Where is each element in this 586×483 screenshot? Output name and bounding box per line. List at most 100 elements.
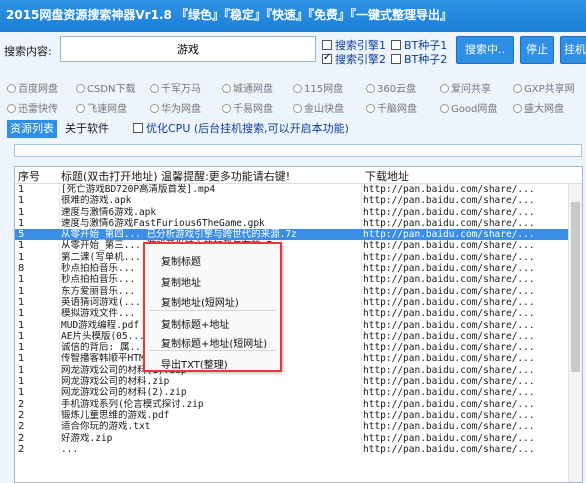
radio-dot-icon[interactable] (366, 104, 375, 113)
radio-dot-icon[interactable] (440, 104, 449, 113)
scrollbar-thumb[interactable] (571, 202, 580, 372)
radio-dot-icon[interactable] (513, 104, 522, 113)
menu-export-txt[interactable]: 导出TXT(整理) (161, 356, 228, 371)
table-row[interactable]: 1 网龙游戏公司的材料(2).zip http://pan.baidu.com/sh… (15, 387, 582, 398)
radio-dot-icon[interactable] (7, 84, 16, 93)
source-option-label: Good网盘 (451, 104, 498, 115)
table-row[interactable]: 1 速度与激情6游戏FastFurious6TheGame.gpk http://p… (15, 218, 582, 229)
radio-dot-icon[interactable] (293, 84, 302, 93)
row-number: 8 (18, 263, 25, 275)
source-option-row1-5[interactable]: 360云盘 (366, 80, 416, 95)
table-row[interactable]: 1 第二课(写单机... http://pan.baidu.com/share/..… (15, 252, 582, 263)
radio-dot-icon[interactable] (440, 84, 449, 93)
row-number: 1 (18, 285, 25, 297)
table-row[interactable]: 1 网龙游戏公司的材料(1).zip http://pan.baidu.com/sh… (15, 365, 582, 376)
source-option-row1-7[interactable]: GXP共享网 (513, 80, 575, 95)
menu-copy-short-url[interactable]: 复制地址(短网址) (161, 294, 239, 309)
header-title[interactable]: 标题(双击打开地址) 温馨提醒:更多功能请右键! (61, 168, 290, 184)
source-option-row2-1[interactable]: 飞速网盘 (76, 100, 127, 115)
row-title: 网龙游戏公司的材料.zip (61, 376, 170, 388)
source-option-row2-3[interactable]: 千易网盘 (222, 100, 273, 115)
source-option-row1-3[interactable]: 城通网盘 (222, 80, 273, 95)
row-number: 1 (18, 274, 25, 286)
table-row[interactable]: 1 AE片头模版(05... 视视频制... http://pan.baidu.co… (15, 331, 582, 342)
menu-copy-title-url[interactable]: 复制标题+地址 (161, 316, 229, 331)
table-row[interactable]: 2 锻炼儿童思维的游戏.pdf http://pan.baidu.com/share… (15, 410, 582, 421)
radio-dot-icon[interactable] (150, 84, 159, 93)
radio-dot-icon[interactable] (366, 84, 375, 93)
row-title: 手机游戏系列(伦言模式探讨.zip (61, 398, 204, 410)
table-row[interactable]: 1 模拟游戏文件... http://pan.baidu.com/share/... (15, 308, 582, 319)
table-row[interactable]: 1 诚信的背后: 属... 弗兰... http://pan.baidu.com/s… (15, 342, 582, 353)
radio-dot-icon[interactable] (7, 104, 16, 113)
table-row[interactable]: 2... http://pan.baidu.com/share/... (15, 444, 582, 455)
radio-dot-icon[interactable] (76, 84, 85, 93)
tab-resource-list[interactable]: 资源列表 (7, 120, 57, 138)
source-option-row1-6[interactable]: 爱问共享 (440, 80, 491, 95)
source-option-row2-6[interactable]: Good网盘 (440, 100, 497, 115)
source-option-row2-4[interactable]: 金山快盘 (293, 100, 344, 115)
cpu-checkbox-box[interactable] (133, 123, 143, 133)
bt2-checkbox[interactable]: BT种子2 (391, 51, 447, 67)
table-row[interactable]: 8 秒点拍拍音乐... http://pan.baidu.com/share/... (15, 263, 582, 274)
extra-button[interactable]: 挂机 (560, 36, 586, 64)
menu-divider (149, 350, 276, 351)
radio-dot-icon[interactable] (293, 104, 302, 113)
radio-dot-icon[interactable] (222, 104, 231, 113)
row-url: http://pan.baidu.com/share/... (363, 319, 535, 331)
search-button[interactable]: 搜索中.. (456, 36, 514, 64)
source-option-row2-0[interactable]: 迅雷快传 (7, 100, 58, 115)
search-label: 搜索内容: (4, 45, 52, 58)
source-option-row2-5[interactable]: 千脑网盘 (366, 100, 417, 115)
table-row[interactable]: 1 [死亡游戏BD720P高清版首发].mp4 http://pan.baidu.c… (15, 184, 582, 195)
source-option-row1-1[interactable]: CSDN下载 (76, 80, 136, 95)
menu-copy-url[interactable]: 复制地址 (161, 274, 201, 289)
source-option-row2-2[interactable]: 华为网盘 (150, 100, 201, 115)
bt2-checkbox-box[interactable] (391, 54, 401, 64)
table-row[interactable]: 5 从零开始_第四... 已分析游戏引擎与跨世代的来源.7z http://pan.… (15, 229, 582, 241)
table-row[interactable]: 1 英语猜词游戏(... http://pan.baidu.com/share/..… (15, 297, 582, 308)
row-number: 1 (18, 206, 25, 218)
row-url: http://pan.baidu.com/share/... (363, 342, 535, 354)
row-title: 好游戏.zip (61, 432, 113, 444)
table-row[interactable]: 1 MUD游戏编程.pdf http://pan.baidu.com/share/.… (15, 320, 582, 331)
table-row[interactable]: 2 手机游戏系列(伦言模式探讨.zip http://pan.baidu.com/s… (15, 399, 582, 410)
radio-dot-icon[interactable] (513, 84, 522, 93)
source-option-row1-0[interactable]: 百度网盘 (7, 80, 58, 95)
table-row[interactable]: 1 速度与激情6游戏.apk http://pan.baidu.com/share/… (15, 207, 582, 218)
menu-copy-title-short-url[interactable]: 复制标题+地址(短网址) (161, 335, 267, 350)
row-url: http://pan.baidu.com/share/... (363, 308, 535, 320)
row-number: 2 (18, 443, 25, 455)
source-option-label: 百度网盘 (18, 84, 58, 95)
menu-copy-title[interactable]: 复制标题 (161, 253, 201, 268)
table-row[interactable]: 1传智播客韩顺平HTML5网页游戏_坦克大战.ppthttp://pan.bai… (15, 353, 582, 364)
engine1-checkbox-box[interactable] (322, 40, 332, 50)
bt1-checkbox-box[interactable] (391, 40, 401, 50)
stop-button[interactable]: 停止 (520, 36, 554, 64)
engine2-checkbox-box[interactable] (322, 52, 332, 64)
header-num[interactable]: 序号 (18, 168, 40, 184)
source-option-row1-2[interactable]: 千军万马 (150, 80, 201, 95)
engine2-label: 搜索引擎2 (335, 53, 386, 66)
source-option-row2-7[interactable]: 盛大网盘 (513, 100, 564, 115)
table-row[interactable]: 1 网龙游戏公司的材料.zip http://pan.baidu.com/share… (15, 376, 582, 387)
header-url[interactable]: 下载地址 (365, 168, 409, 184)
table-row[interactable]: 1 秒点拍拍音乐... http://pan.baidu.com/share/... (15, 274, 582, 285)
table-row[interactable]: 2 适合你玩的游戏.txt http://pan.baidu.com/share/.… (15, 421, 582, 432)
table-row[interactable]: 2 好游戏.zip http://pan.baidu.com/share/... (15, 433, 582, 444)
radio-dot-icon[interactable] (222, 84, 231, 93)
table-row[interactable]: 1 东方爱丽音乐... http://pan.baidu.com/share/... (15, 286, 582, 297)
source-option-label: 华为网盘 (161, 104, 201, 115)
radio-dot-icon[interactable] (76, 104, 85, 113)
cpu-optimize-checkbox[interactable]: 优化CPU (后台挂机搜索,可以开启本功能) (133, 120, 349, 136)
table-row[interactable]: 1从零开始_第三... 游戏开发核心的加载与存放.7zhttp://pan.ba… (15, 240, 582, 251)
search-input[interactable] (60, 36, 316, 62)
tab-about[interactable]: 关于软件 (62, 120, 112, 138)
table-scrollbar[interactable] (568, 184, 582, 482)
row-number: 1 (18, 195, 25, 207)
table-row[interactable]: 1 很难的游戏.apk http://pan.baidu.com/share/... (15, 195, 582, 206)
radio-dot-icon[interactable] (150, 104, 159, 113)
source-option-row1-4[interactable]: 115网盘 (293, 80, 343, 95)
row-number: 2 (18, 398, 25, 410)
engine2-checkbox[interactable]: 搜索引擎2 (322, 51, 386, 67)
